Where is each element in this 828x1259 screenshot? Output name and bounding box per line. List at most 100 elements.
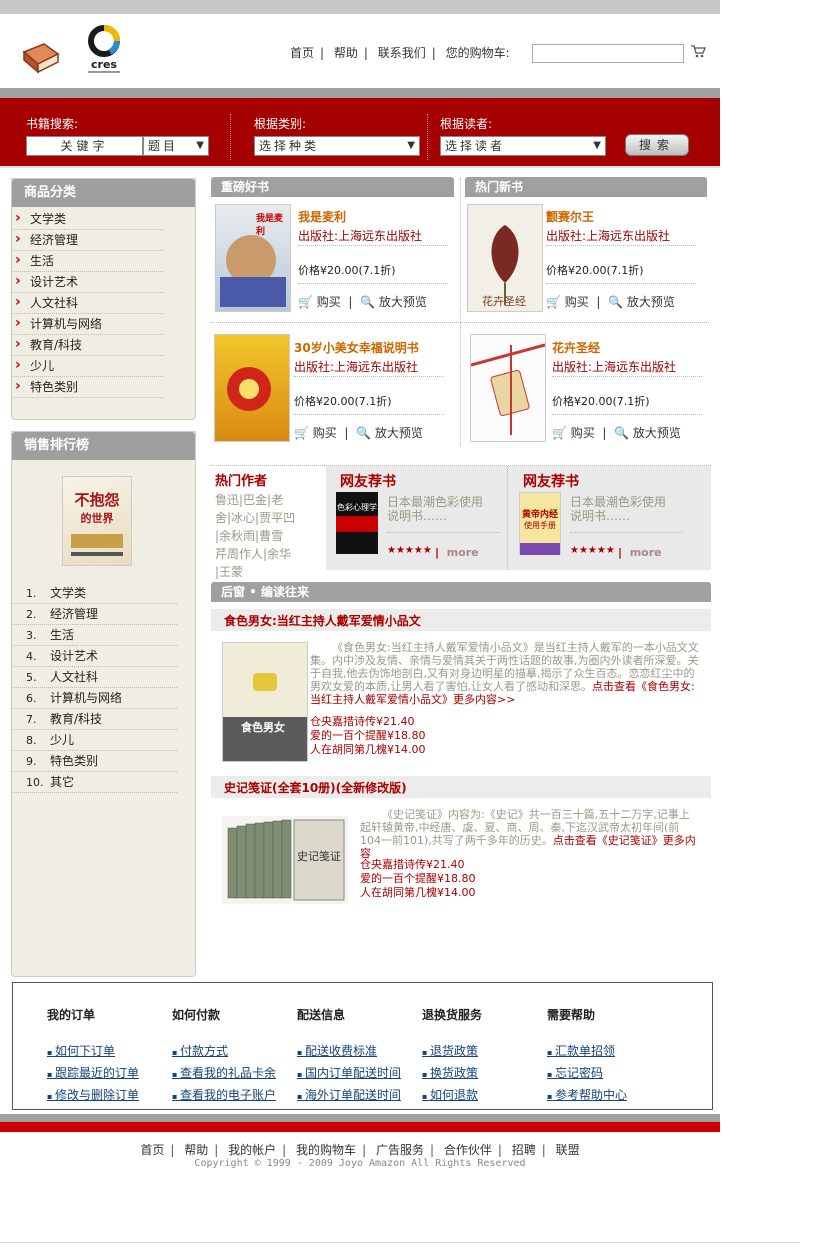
rank-item[interactable]: 10. 其它 — [12, 772, 177, 793]
footer-nav-link[interactable]: 招聘 — [512, 1143, 536, 1157]
cart-icon[interactable]: 🛒 — [294, 426, 309, 440]
nav-home[interactable]: 首页 — [290, 46, 314, 60]
category-item[interactable]: 设计艺术 — [12, 271, 163, 293]
footer-link[interactable]: 如何退款 — [422, 1085, 482, 1107]
footer-link[interactable]: 退货政策 — [422, 1041, 482, 1063]
footer-link[interactable]: 忘记密码 — [547, 1063, 627, 1085]
rank-item[interactable]: 7. 教育/科技 — [12, 709, 177, 730]
review-link[interactable]: 爱的一百个提醒¥18.80 — [360, 872, 476, 886]
category-item[interactable]: 少儿 — [12, 355, 163, 377]
keyword-input[interactable]: 关键字 — [26, 136, 143, 156]
search-button[interactable]: 搜索 — [625, 134, 689, 156]
rank-item[interactable]: 2. 经济管理 — [12, 604, 177, 625]
author-line[interactable]: 舍|冰心|贾平凹 — [215, 509, 315, 527]
footer-link[interactable]: 汇款单招领 — [547, 1041, 627, 1063]
preview-link[interactable]: 放大预览 — [375, 426, 423, 440]
review-link[interactable]: 人在胡同第几槐¥14.00 — [310, 743, 426, 757]
rank-item[interactable]: 8. 少儿 — [12, 730, 177, 751]
footer-nav-link[interactable]: 首页 — [140, 1143, 164, 1157]
buy-link[interactable]: 购买 — [317, 295, 341, 309]
reader-select[interactable]: 选择读者 ▼ — [440, 136, 606, 156]
buy-link[interactable]: 购买 — [313, 426, 337, 440]
category-item[interactable]: 人文社科 — [12, 292, 163, 314]
cart-icon[interactable]: 🛒 — [546, 295, 561, 309]
cart-input[interactable] — [532, 44, 684, 63]
footer-nav-link[interactable]: 我的购物车 — [296, 1143, 356, 1157]
footer-nav-link[interactable]: 我的帐户 — [228, 1143, 276, 1157]
more-link[interactable]: | more — [435, 546, 479, 559]
book-title[interactable]: 我是麦利 — [298, 208, 346, 225]
magnifier-icon[interactable]: 🔍 — [614, 426, 629, 440]
field-select[interactable]: 题目 ▼ — [143, 136, 209, 156]
magnifier-icon[interactable]: 🔍 — [608, 295, 623, 309]
category-item[interactable]: 生活 — [12, 250, 163, 272]
book-cover[interactable]: 我是麦利 — [215, 204, 291, 312]
recommend-cover[interactable]: 色彩心理学 — [336, 492, 378, 554]
category-item[interactable]: 经济管理 — [12, 229, 163, 251]
more-link[interactable]: | more — [618, 546, 662, 559]
author-line[interactable]: 芹周作人|余华 — [215, 545, 315, 563]
category-item[interactable]: 教育/科技 — [12, 334, 163, 356]
footer-link[interactable]: 修改与删除订单 — [47, 1085, 139, 1107]
review-cover[interactable]: 史记笺证 — [222, 816, 348, 904]
recommend-cover[interactable]: 黄帝内经 使用手册 — [519, 492, 561, 555]
nav-help[interactable]: 帮助 — [334, 46, 358, 60]
book-logo-icon[interactable] — [20, 42, 60, 74]
cart-icon[interactable]: 🛒 — [552, 426, 567, 440]
book-title[interactable]: 颤赛尔王 — [546, 208, 594, 225]
category-item[interactable]: 文学类 — [12, 208, 163, 230]
preview-link[interactable]: 放大预览 — [633, 426, 681, 440]
review-link[interactable]: 仓央嘉措诗传¥21.40 — [360, 858, 476, 872]
magnifier-icon[interactable]: 🔍 — [360, 295, 375, 309]
review-cover[interactable]: 食色男女 — [222, 642, 308, 762]
book-cover[interactable]: 花卉圣经 — [467, 204, 543, 312]
book-title[interactable]: 花卉圣经 — [552, 339, 600, 356]
ranking-book-cover[interactable]: 不抱怨 的世界 — [62, 476, 132, 566]
footer-link[interactable]: 付款方式 — [172, 1041, 276, 1063]
rank-item[interactable]: 9. 特色类别 — [12, 751, 177, 772]
book-title[interactable]: 30岁小美女幸福说明书 — [294, 339, 419, 356]
rank-item[interactable]: 4. 设计艺术 — [12, 646, 177, 667]
review-link[interactable]: 仓央嘉措诗传¥21.40 — [310, 715, 426, 729]
preview-link[interactable]: 放大预览 — [379, 295, 427, 309]
rank-item[interactable]: 6. 计算机与网络 — [12, 688, 177, 709]
review-link[interactable]: 爱的一百个提醒¥18.80 — [310, 729, 426, 743]
author-line[interactable]: |余秋雨|曹雪 — [215, 527, 315, 545]
reader-label: 根据读者: — [440, 117, 493, 131]
buy-link[interactable]: 购买 — [571, 426, 595, 440]
footer-nav-link[interactable]: 合作伙伴 — [444, 1143, 492, 1157]
cart-icon[interactable] — [690, 44, 706, 61]
review-link[interactable]: 人在胡同第几槐¥14.00 — [360, 886, 476, 900]
buy-link[interactable]: 购买 — [565, 295, 589, 309]
nav-contact[interactable]: 联系我们 — [378, 46, 426, 60]
category-item[interactable]: 特色类别 — [12, 376, 163, 398]
footer-link[interactable]: 配送收费标准 — [297, 1041, 401, 1063]
author-line[interactable]: |王蒙 — [215, 563, 315, 581]
magnifier-icon[interactable]: 🔍 — [356, 426, 371, 440]
footer-link[interactable]: 国内订单配送时间 — [297, 1063, 401, 1085]
rank-item[interactable]: 3. 生活 — [12, 625, 177, 646]
footer-link[interactable]: 查看我的电子账户 — [172, 1085, 276, 1107]
rank-item[interactable]: 1. 文学类 — [12, 583, 177, 604]
footer-link[interactable]: 参考帮助中心 — [547, 1085, 627, 1107]
category-select[interactable]: 选择种类 ▼ — [254, 136, 420, 156]
preview-link[interactable]: 放大预览 — [627, 295, 675, 309]
footer-link[interactable]: 换货政策 — [422, 1063, 482, 1085]
footer-link[interactable]: 查看我的礼品卡余 — [172, 1063, 276, 1085]
footer-link[interactable]: 如何下订单 — [47, 1041, 139, 1063]
category-item[interactable]: 计算机与网络 — [12, 313, 163, 335]
book-cover[interactable] — [470, 334, 546, 442]
author-line[interactable]: 鲁迅|巴金|老 — [215, 491, 315, 509]
book-cover[interactable] — [214, 334, 290, 442]
footer-nav-link[interactable]: 广告服务 — [376, 1143, 424, 1157]
review-heading[interactable]: 食色男女:当红主持人戴军爱情小品文 — [224, 612, 421, 629]
rank-item[interactable]: 5. 人文社科 — [12, 667, 177, 688]
review-heading[interactable]: 史记笺证(全套10册)(全新修改版) — [224, 779, 407, 796]
cres-logo[interactable]: cres — [84, 24, 124, 76]
footer-nav-link[interactable]: 联盟 — [556, 1143, 580, 1157]
cart-icon[interactable]: 🛒 — [298, 295, 313, 309]
footer-link[interactable]: 跟踪最近的订单 — [47, 1063, 139, 1085]
footer-nav-link[interactable]: 帮助 — [184, 1143, 208, 1157]
footer-link[interactable]: 海外订单配送时间 — [297, 1085, 401, 1107]
search-bar — [0, 98, 720, 168]
